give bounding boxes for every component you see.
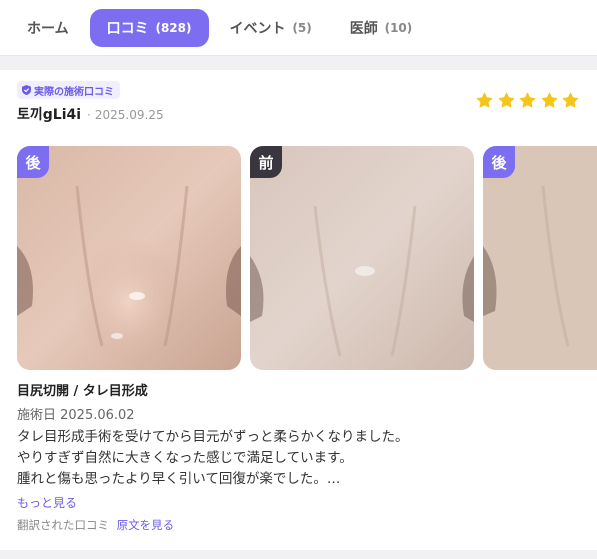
before-tag: 前 bbox=[250, 146, 282, 178]
tab-reviews-count: (828) bbox=[155, 20, 192, 35]
after-tag: 後 bbox=[17, 146, 49, 178]
username: 토끼gLi4i bbox=[17, 107, 82, 123]
separator-dot: · bbox=[87, 108, 91, 122]
tab-doctors[interactable]: 医師 (10) bbox=[333, 9, 430, 47]
star-icon bbox=[476, 92, 493, 108]
review-photo-1[interactable]: 後 bbox=[17, 146, 241, 370]
nose-closeup-image bbox=[483, 146, 597, 370]
tab-bar: ホーム 口コミ (828) イベント (5) 医師 (10) bbox=[0, 0, 597, 56]
tab-doctors-label: 医師 bbox=[349, 20, 378, 37]
show-more-link[interactable]: もっと見る bbox=[17, 494, 77, 511]
tab-reviews-label: 口コミ bbox=[106, 20, 149, 37]
tab-events-label: イベント bbox=[229, 20, 286, 37]
tab-home-label: ホーム bbox=[27, 20, 69, 37]
star-icon bbox=[498, 92, 514, 108]
view-original-link[interactable]: 原文を見る bbox=[117, 518, 175, 532]
review-text-line: 腫れと傷も思ったより早く引いて回復が楽でした。… bbox=[17, 471, 341, 487]
nose-closeup-image bbox=[250, 146, 474, 370]
rating-stars bbox=[472, 92, 580, 109]
tab-home[interactable]: ホーム bbox=[10, 9, 86, 47]
review-text: タレ目形成手術を受けてから目元がずっと柔らかくなりました。 やりすぎず自然に大き… bbox=[17, 427, 577, 490]
review-date: 2025.09.25 bbox=[94, 108, 164, 122]
after-tag: 後 bbox=[483, 146, 515, 178]
procedure-name: 目尻切開 / タレ目形成 bbox=[17, 384, 148, 399]
verified-badge: 実際の施術口コミ bbox=[17, 81, 120, 99]
translation-note: 翻訳された口コミ 原文を見る bbox=[17, 517, 174, 533]
star-icon bbox=[519, 92, 536, 108]
procedure-date: 施術日 2025.06.02 bbox=[17, 408, 135, 423]
review-photo-2[interactable]: 前 bbox=[250, 146, 474, 370]
tab-events[interactable]: イベント (5) bbox=[213, 9, 329, 47]
star-icon bbox=[541, 92, 557, 108]
review-text-line: やりすぎず自然に大きくなった感じで満足しています。 bbox=[17, 450, 353, 466]
tab-reviews[interactable]: 口コミ (828) bbox=[89, 8, 209, 47]
star-icon bbox=[562, 92, 579, 108]
review-author: 토끼gLi4i · 2025.09.25 bbox=[17, 104, 164, 124]
review-text-line: タレ目形成手術を受けてから目元がずっと柔らかくなりました。 bbox=[17, 429, 409, 445]
shield-check-icon bbox=[22, 85, 31, 95]
tab-doctors-count: (10) bbox=[384, 20, 413, 35]
tab-events-count: (5) bbox=[292, 20, 312, 35]
photo-gallery[interactable]: 後 前 後 bbox=[17, 146, 597, 370]
translated-label: 翻訳された口コミ bbox=[17, 518, 109, 532]
review-photo-3[interactable]: 後 bbox=[483, 146, 597, 370]
nose-closeup-image bbox=[17, 146, 241, 370]
verified-label: 実際の施術口コミ bbox=[34, 86, 114, 98]
review-card: 実際の施術口コミ 토끼gLi4i · 2025.09.25 後 前 後 目尻切開… bbox=[0, 70, 597, 550]
